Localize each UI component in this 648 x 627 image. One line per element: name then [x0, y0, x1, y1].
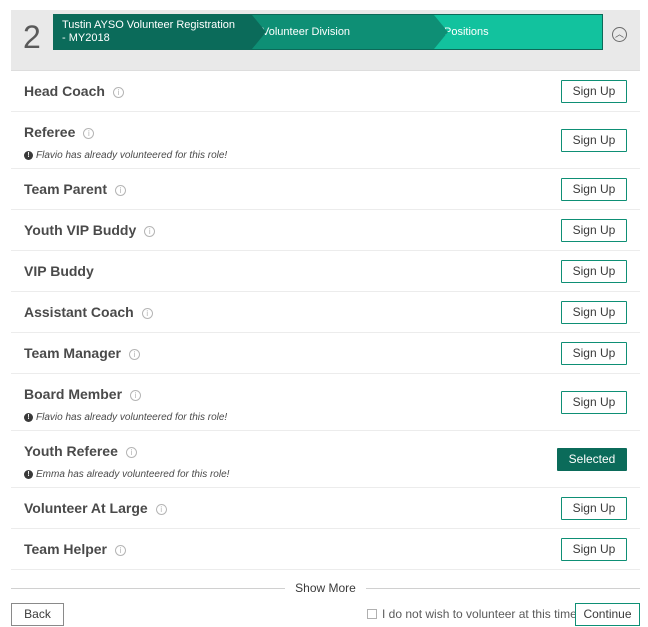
role-title: Team Manager i: [24, 345, 140, 361]
role-row: Youth Referee i! Emma has already voluntee…: [11, 431, 640, 488]
sign-up-button[interactable]: Sign Up: [561, 391, 627, 414]
role-title-text: Youth Referee: [24, 443, 118, 459]
optout-option[interactable]: I do not wish to volunteer at this time: [367, 607, 577, 621]
sign-up-button[interactable]: Sign Up: [561, 538, 627, 561]
role-title: Team Parent i: [24, 181, 126, 197]
sign-up-button[interactable]: Sign Up: [561, 260, 627, 283]
role-row: Referee i! Flavio has already volunteered …: [11, 112, 640, 169]
role-title: Board Member i: [24, 386, 142, 402]
exclamation-circle-icon: !: [24, 151, 33, 160]
info-icon[interactable]: i: [141, 308, 153, 319]
role-title-text: Youth VIP Buddy: [24, 222, 137, 238]
show-more-link[interactable]: Show More: [285, 581, 366, 595]
role-note-text: Flavio has already volunteered for this …: [36, 412, 228, 423]
role-title: Youth Referee i: [24, 443, 137, 459]
step-header: 2 Tustin AYSO Volunteer Registration - M…: [11, 10, 640, 71]
breadcrumb-registration[interactable]: Tustin AYSO Volunteer Registration - MY2…: [54, 15, 266, 49]
optout-label: I do not wish to volunteer at this time: [382, 607, 577, 621]
exclamation-circle-icon: !: [24, 413, 33, 422]
role-title: Head Coach i: [24, 83, 124, 99]
exclamation-circle-icon: !: [24, 470, 33, 479]
sign-up-button[interactable]: Sign Up: [561, 301, 627, 324]
sign-up-button[interactable]: Sign Up: [561, 342, 627, 365]
sign-up-button[interactable]: Sign Up: [561, 178, 627, 201]
info-icon[interactable]: i: [83, 128, 95, 139]
continue-button[interactable]: Continue: [575, 603, 640, 626]
role-row: Youth VIP Buddy i Sign Up: [11, 210, 640, 251]
role-title-text: Referee: [24, 124, 76, 140]
role-note-text: Flavio has already volunteered for this …: [36, 150, 228, 161]
info-icon[interactable]: i: [125, 447, 137, 458]
info-icon[interactable]: i: [115, 545, 126, 556]
role-title: Youth VIP Buddy i: [24, 222, 156, 238]
back-button[interactable]: Back: [11, 603, 64, 626]
breadcrumb-volunteer-division[interactable]: Volunteer Division: [252, 15, 448, 49]
role-title-text: Team Parent: [24, 181, 107, 197]
sign-up-button[interactable]: Sign Up: [561, 219, 627, 242]
role-title-text: Team Helper: [24, 541, 107, 557]
role-list: Head Coach i Sign Up Referee i! Flavio has al…: [11, 71, 640, 570]
step-number: 2: [23, 19, 41, 55]
role-row: Head Coach i Sign Up: [11, 71, 640, 112]
volunteer-positions-panel: 2 Tustin AYSO Volunteer Registration - M…: [11, 10, 640, 572]
role-title-text: Head Coach: [24, 83, 105, 99]
show-more-row: Show More: [11, 581, 640, 595]
role-row: Volunteer At Large i Sign Up: [11, 488, 640, 529]
sign-up-button[interactable]: Sign Up: [561, 129, 627, 152]
role-row: VIP Buddy Sign Up: [11, 251, 640, 292]
info-icon[interactable]: i: [129, 349, 140, 360]
sign-up-button[interactable]: Sign Up: [561, 80, 627, 103]
optout-checkbox[interactable]: [367, 609, 377, 619]
role-title: Referee i: [24, 124, 95, 140]
info-icon[interactable]: i: [130, 390, 142, 401]
footer: Back I do not wish to volunteer at this …: [11, 603, 640, 627]
sign-up-button[interactable]: Sign Up: [561, 497, 627, 520]
selected-button[interactable]: Selected: [557, 448, 627, 471]
role-title-text: Volunteer At Large: [24, 500, 148, 516]
show-more-section: Show More: [11, 578, 640, 598]
role-note: ! Flavio has already volunteered for this…: [24, 150, 227, 161]
info-icon[interactable]: i: [115, 185, 126, 196]
role-title: Team Helper i: [24, 541, 126, 557]
role-row: Team Manager i Sign Up: [11, 333, 640, 374]
role-note-text: Emma has already volunteered for this ro…: [36, 469, 230, 480]
role-title-text: Board Member: [24, 386, 123, 402]
role-title: VIP Buddy: [24, 263, 94, 279]
role-row: Assistant Coach i Sign Up: [11, 292, 640, 333]
breadcrumb-positions[interactable]: Positions: [434, 15, 602, 49]
chevron-up-circle-icon[interactable]: ︿: [612, 27, 627, 42]
role-note: ! Flavio has already volunteered for this…: [24, 412, 227, 423]
role-title-text: Assistant Coach: [24, 304, 134, 320]
role-note: ! Emma has already volunteered for this r…: [24, 469, 229, 480]
info-icon[interactable]: i: [112, 87, 124, 98]
role-title: Assistant Coach i: [24, 304, 153, 320]
role-row: Board Member i! Flavio has already volunte…: [11, 374, 640, 431]
role-row: Team Helper i Sign Up: [11, 529, 640, 570]
role-title-text: Team Manager: [24, 345, 121, 361]
breadcrumb: Tustin AYSO Volunteer Registration - MY2…: [53, 14, 603, 50]
role-row: Team Parent i Sign Up: [11, 169, 640, 210]
info-icon[interactable]: i: [155, 504, 167, 515]
role-title: Volunteer At Large i: [24, 500, 167, 516]
info-icon[interactable]: i: [144, 226, 156, 237]
role-title-text: VIP Buddy: [24, 263, 94, 279]
